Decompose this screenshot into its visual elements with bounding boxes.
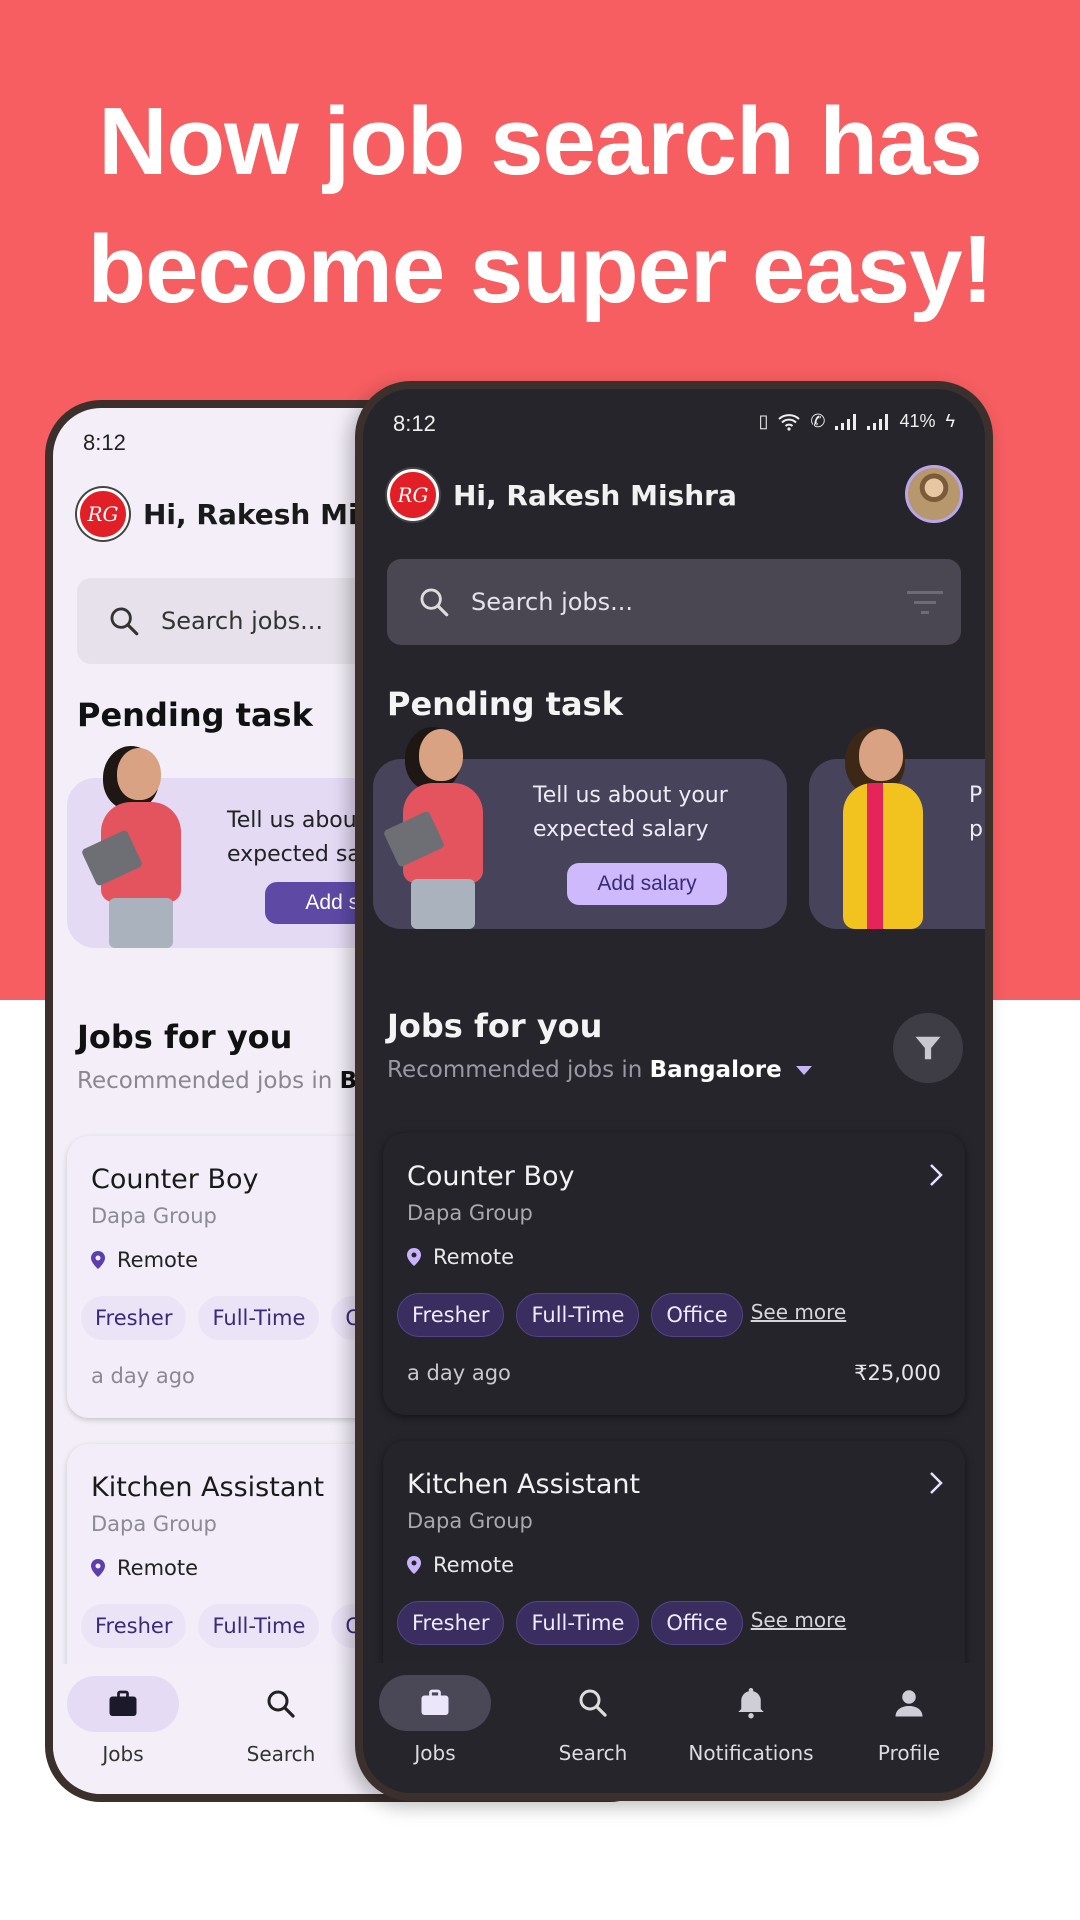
see-more-link[interactable]: See more (751, 1300, 846, 1324)
job-company: Dapa Group (407, 1509, 533, 1533)
job-tag: Fresher (397, 1601, 505, 1645)
signal-icon (867, 413, 889, 430)
task-illustration (819, 729, 949, 929)
jobs-for-you-title: Jobs for you (387, 1007, 603, 1045)
job-tag: Full-Time (516, 1293, 640, 1337)
status-bar: 8:12 ▯ ✆ 41% ϟ (363, 389, 985, 445)
pending-task-title: Pending task (387, 685, 623, 723)
status-time: 8:12 (393, 411, 436, 436)
call-icon: ✆ (810, 411, 826, 431)
location-pin-icon (91, 1559, 105, 1577)
nav-search[interactable]: Search (211, 1676, 351, 1766)
search-placeholder: Search jobs... (471, 588, 634, 616)
task-illustration (77, 748, 207, 948)
status-time: 8:12 (83, 430, 126, 455)
job-tag: Full-Time (516, 1601, 640, 1645)
location-pin-icon (407, 1556, 421, 1574)
charging-icon: ϟ (945, 411, 955, 431)
job-posted-time: a day ago (91, 1364, 195, 1388)
search-placeholder: Search jobs... (161, 607, 324, 635)
location-pin-icon (91, 1251, 105, 1269)
headline-line-2: become super easy! (87, 216, 993, 323)
search-icon (110, 607, 139, 636)
briefcase-icon (109, 1690, 137, 1716)
job-title: Kitchen Assistant (407, 1469, 641, 1500)
nav-search[interactable]: Search (523, 1675, 663, 1765)
job-location: Remote (407, 1245, 514, 1269)
job-card[interactable]: Counter Boy Dapa Group Remote Fresher Fu… (383, 1133, 965, 1415)
search-input[interactable]: Search jobs... (387, 559, 961, 645)
job-company: Dapa Group (91, 1204, 217, 1228)
caret-down-icon[interactable] (795, 1066, 812, 1075)
job-tag: Office (651, 1293, 743, 1337)
job-title: Counter Boy (407, 1161, 575, 1192)
jobs-for-you-title: Jobs for you (77, 1018, 293, 1056)
job-tag: Fresher (397, 1293, 505, 1337)
profile-avatar[interactable] (905, 465, 963, 523)
see-more-link[interactable]: See more (751, 1608, 846, 1632)
status-icons: ▯ ✆ 41% ϟ (758, 411, 955, 432)
job-tag: Office (651, 1601, 743, 1645)
greeting-text: Hi, Rakesh Mishra (453, 478, 737, 512)
battery-level: 41% (899, 411, 936, 431)
job-tag: Full-Time (198, 1604, 320, 1648)
dark-mode-phone: 8:12 ▯ ✆ 41% ϟ RG Hi, Rakesh Mishra Sear… (355, 381, 993, 1801)
job-location: Remote (91, 1556, 198, 1580)
bell-icon (738, 1688, 764, 1719)
city-selector[interactable]: Bangalore (650, 1057, 782, 1083)
add-salary-button[interactable]: Add salary (567, 863, 727, 905)
location-pin-icon (407, 1248, 421, 1266)
task-text: P p (969, 783, 983, 842)
filter-icon (915, 1036, 941, 1060)
headline-line-1: Now job search has (98, 88, 983, 195)
task-illustration (379, 729, 509, 929)
job-tag: Full-Time (198, 1296, 320, 1340)
job-title: Kitchen Assistant (91, 1472, 325, 1503)
search-icon (579, 1689, 607, 1717)
job-tags: Fresher Full-Time Office See more (397, 1293, 846, 1337)
job-tag: Fresher (81, 1296, 187, 1340)
filter-button[interactable] (893, 1013, 963, 1083)
signal-icon (835, 413, 857, 430)
job-tag: Fresher (81, 1604, 187, 1648)
jobs-subtitle: Recommended jobs in Bangalore (387, 1057, 812, 1083)
wifi-icon (778, 413, 801, 431)
job-tags: Fresher Full-Time Office See more (397, 1601, 846, 1645)
job-company: Dapa Group (91, 1512, 217, 1536)
nav-profile[interactable]: Profile (839, 1675, 979, 1765)
briefcase-icon (421, 1689, 449, 1715)
headline: Now job search has become super easy! (0, 78, 1080, 334)
pending-task-title: Pending task (77, 696, 313, 734)
greeting-header: RG Hi, Rakesh Mishra (387, 469, 737, 521)
chevron-right-icon[interactable] (927, 1161, 945, 1189)
sort-icon[interactable] (907, 589, 943, 617)
job-company: Dapa Group (407, 1201, 533, 1225)
job-posted-time: a day ago (407, 1361, 511, 1385)
app-logo: RG (77, 488, 129, 540)
job-card[interactable]: Kitchen Assistant Dapa Group Remote Fres… (383, 1441, 965, 1701)
task-text: Tell us about your expected salary (533, 783, 728, 842)
chevron-right-icon[interactable] (927, 1469, 945, 1497)
job-location: Remote (407, 1553, 514, 1577)
nav-notifications[interactable]: Notifications (681, 1675, 821, 1765)
job-title: Counter Boy (91, 1164, 259, 1195)
nav-jobs[interactable]: Jobs (365, 1675, 505, 1765)
vibrate-icon: ▯ (758, 411, 769, 431)
app-logo: RG (387, 469, 439, 521)
pending-task-card[interactable]: P p (809, 729, 985, 929)
pending-task-card[interactable]: Tell us about your expected salary Add s… (373, 729, 787, 929)
bottom-navigation: Jobs Search Notifications Profile (363, 1663, 985, 1793)
job-location: Remote (91, 1248, 198, 1272)
person-icon (895, 1690, 923, 1717)
search-icon (420, 588, 449, 617)
job-salary: ₹25,000 (854, 1361, 941, 1385)
search-icon (267, 1690, 295, 1718)
nav-jobs[interactable]: Jobs (53, 1676, 193, 1766)
